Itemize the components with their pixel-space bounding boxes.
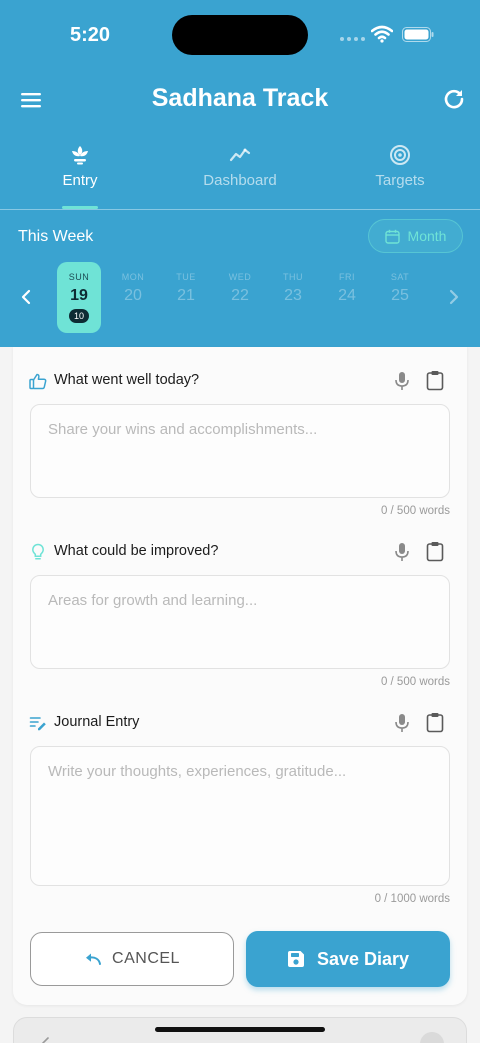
week-label: This Week [18,228,94,245]
cancel-button[interactable]: CANCEL [30,932,234,986]
day-name: MON [121,272,145,282]
section-title: What could be improved? [54,543,219,559]
month-view-label: Month [407,228,447,244]
improve-placeholder: Areas for growth and learning... [48,592,258,609]
home-indicator [155,1027,325,1032]
day-number: 20 [124,287,142,304]
journal-word-count: 0 / 1000 words [374,893,450,905]
improve-word-count: 0 / 500 words [380,676,450,688]
section-title: Journal Entry [54,714,140,730]
day-number: 25 [391,287,409,304]
save-icon [287,951,304,967]
wifi-icon [371,25,393,43]
day-sun[interactable]: SUN 19 10 [57,262,101,333]
journal-placeholder: Write your thoughts, experiences, gratit… [48,763,347,780]
day-name: SUN [68,272,90,282]
microphone-icon[interactable] [393,371,411,391]
trend-icon [229,148,251,162]
tab-targets[interactable]: Targets [320,138,480,210]
went-well-textarea[interactable]: Share your wins and accomplishments... [30,404,450,498]
clipboard-icon[interactable] [426,370,444,391]
pencil-icon [41,1037,49,1043]
month-view-button[interactable]: Month [368,219,463,253]
day-wed[interactable]: WED 22 [218,262,262,333]
day-name: THU [283,272,303,282]
went-well-word-count: 0 / 500 words [380,505,450,517]
section-improve-header: What could be improved? [29,540,454,564]
tab-dashboard[interactable]: Dashboard [160,138,320,210]
day-sat[interactable]: SAT 25 [378,262,422,333]
notes-icon [29,717,46,731]
went-well-placeholder: Share your wins and accomplishments... [48,421,318,438]
thumbs-up-icon [29,373,47,390]
section-title: What went well today? [54,372,200,388]
clipboard-icon[interactable] [426,712,444,733]
cancel-label: CANCEL [112,950,180,967]
tab-dashboard-label: Dashboard [203,172,277,189]
day-tue[interactable]: TUE 21 [164,262,208,333]
microphone-icon[interactable] [393,713,411,733]
chevron-right-icon[interactable] [444,287,464,307]
day-name: TUE [176,272,196,282]
section-went-well-header: What went well today? [29,369,454,393]
day-count-badge: 10 [69,309,89,323]
microphone-icon[interactable] [393,542,411,562]
diary-entry-card: What went well today? Share your wins an… [13,347,467,1005]
header: 5:20 Sadhana Track Entry Dashboard Targe… [0,0,480,347]
day-number: 24 [338,287,356,304]
dynamic-island [172,15,308,55]
day-number: 19 [70,287,88,304]
day-thu[interactable]: THU 23 [271,262,315,333]
tab-targets-label: Targets [375,172,425,189]
improve-textarea[interactable]: Areas for growth and learning... [30,575,450,669]
journal-textarea[interactable]: Write your thoughts, experiences, gratit… [30,746,450,886]
section-journal-header: Journal Entry [29,711,454,735]
day-name: WED [228,272,252,282]
circle-button[interactable] [420,1032,444,1043]
day-fri[interactable]: FRI 24 [325,262,369,333]
battery-icon [402,27,434,42]
day-number: 22 [231,287,249,304]
save-diary-button[interactable]: Save Diary [246,931,450,987]
undo-icon [86,953,102,965]
day-name: FRI [339,272,355,282]
tab-bar: Entry Dashboard Targets [0,138,480,210]
app-bar: Sadhana Track [0,70,480,130]
tabs-divider [0,209,480,210]
app-title: Sadhana Track [151,84,329,112]
clipboard-icon[interactable] [426,541,444,562]
day-number: 23 [284,287,302,304]
app-screen: 5:20 Sadhana Track Entry Dashboard Targe… [0,0,480,1043]
save-label: Save Diary [316,948,410,969]
status-bar: 5:20 [0,0,480,70]
day-number: 21 [177,287,195,304]
lotus-icon [72,146,88,165]
target-icon [390,145,410,165]
day-name: SAT [390,272,410,282]
tab-entry[interactable]: Entry [0,138,160,210]
tab-entry-label: Entry [62,172,98,189]
lightbulb-icon [32,543,44,560]
signal-icon [340,37,365,41]
chevron-left-icon[interactable] [16,287,36,307]
calendar-icon [384,229,400,244]
refresh-icon[interactable] [441,86,467,112]
day-mon[interactable]: MON 20 [111,262,155,333]
status-time: 5:20 [70,24,111,46]
